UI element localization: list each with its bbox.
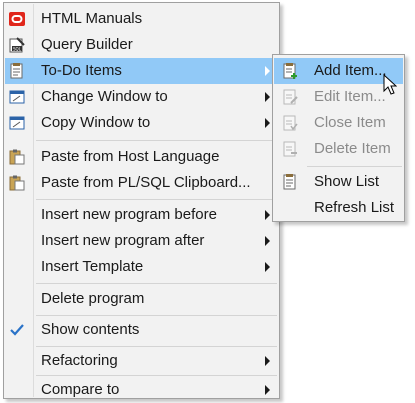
submenu-arrow-icon (265, 92, 270, 102)
mouse-cursor-icon (383, 74, 397, 95)
menu-item-label: Query Builder (41, 36, 133, 53)
menu-separator (36, 375, 277, 376)
menu-item-label: Show List (314, 173, 380, 190)
menu-separator (307, 166, 402, 167)
menu-item-label: Close Item (314, 114, 386, 131)
menu-separator (36, 283, 277, 284)
menu-item-label: Paste from PL/SQL Clipboard... (41, 174, 251, 191)
menu-item-show-contents[interactable]: Show contents (5, 317, 278, 343)
menu-item-label: Edit Item... (314, 88, 386, 105)
menu-item-insert-template[interactable]: Insert Template (5, 254, 278, 280)
delete-item-icon (282, 141, 298, 157)
menu-item-label: Insert new program after (41, 232, 205, 249)
menu-item-label: Delete program (41, 290, 145, 307)
menu-item-label: Refresh List (314, 199, 395, 216)
menu-item-insert-new-program-after[interactable]: Insert new program after (5, 228, 278, 254)
menu-item-todo-items[interactable]: To-Do Items (5, 58, 278, 84)
submenu-arrow-icon (265, 236, 270, 246)
svg-text:SQL: SQL (13, 47, 22, 52)
clipboard-icon (9, 175, 25, 191)
menu-separator (36, 315, 277, 316)
menu-item-query-builder[interactable]: SQL Query Builder (5, 32, 278, 58)
menu-separator (36, 346, 277, 347)
submenu-arrow-icon (265, 356, 270, 366)
menu-item-label: HTML Manuals (41, 10, 143, 27)
todo-icon (9, 63, 25, 79)
menu-item-label: Insert Template (41, 258, 144, 275)
menu-item-refactoring[interactable]: Refactoring (5, 348, 278, 374)
menu-item-label: Compare to (41, 381, 120, 398)
close-item-icon (282, 115, 298, 131)
menu-item-html-manuals[interactable]: HTML Manuals (5, 6, 278, 32)
submenu-arrow-icon (265, 118, 270, 128)
oracle-icon (9, 11, 25, 27)
menu-item-paste-from-host-language[interactable]: Paste from Host Language (5, 144, 278, 170)
query-builder-icon: SQL (9, 37, 25, 53)
menu-item-label: To-Do Items (41, 62, 122, 79)
menu-separator (36, 199, 277, 200)
menu-item-label: Delete Item (314, 140, 391, 157)
menu-item-delete-program[interactable]: Delete program (5, 286, 278, 312)
menu-item-label: Insert new program before (41, 206, 217, 223)
submenu-arrow-icon (265, 66, 270, 76)
submenu-item-refresh-list[interactable]: Refresh List (274, 195, 403, 221)
menu-item-label: Copy Window to (41, 114, 151, 131)
menu-item-paste-from-plsql-clipboard[interactable]: Paste from PL/SQL Clipboard... (5, 170, 278, 196)
menu-item-insert-new-program-before[interactable]: Insert new program before (5, 202, 278, 228)
menu-item-copy-window-to[interactable]: Copy Window to (5, 110, 278, 136)
menu-item-change-window-to[interactable]: Change Window to (5, 84, 278, 110)
context-menu: HTML Manuals SQL Query Builder To-Do Ite… (3, 2, 280, 399)
menu-item-compare-to[interactable]: Compare to (5, 377, 278, 403)
edit-item-icon (282, 89, 298, 105)
menu-item-label: Refactoring (41, 352, 118, 369)
submenu-item-delete-item[interactable]: Delete Item (274, 136, 403, 162)
window-icon (9, 115, 25, 131)
submenu-arrow-icon (265, 262, 270, 272)
menu-item-label: Paste from Host Language (41, 148, 220, 165)
menu-item-label: Change Window to (41, 88, 168, 105)
submenu-arrow-icon (265, 385, 270, 395)
submenu-item-close-item[interactable]: Close Item (274, 110, 403, 136)
submenu-item-show-list[interactable]: Show List (274, 169, 403, 195)
clipboard-icon (9, 149, 25, 165)
show-list-icon (282, 174, 298, 190)
submenu-arrow-icon (265, 210, 270, 220)
menu-item-label: Show contents (41, 321, 140, 338)
menu-separator (36, 140, 277, 141)
window-icon (9, 89, 25, 105)
add-item-icon (282, 63, 298, 79)
checkmark-icon (9, 322, 25, 338)
menu-item-label: Add Item... (314, 62, 387, 79)
